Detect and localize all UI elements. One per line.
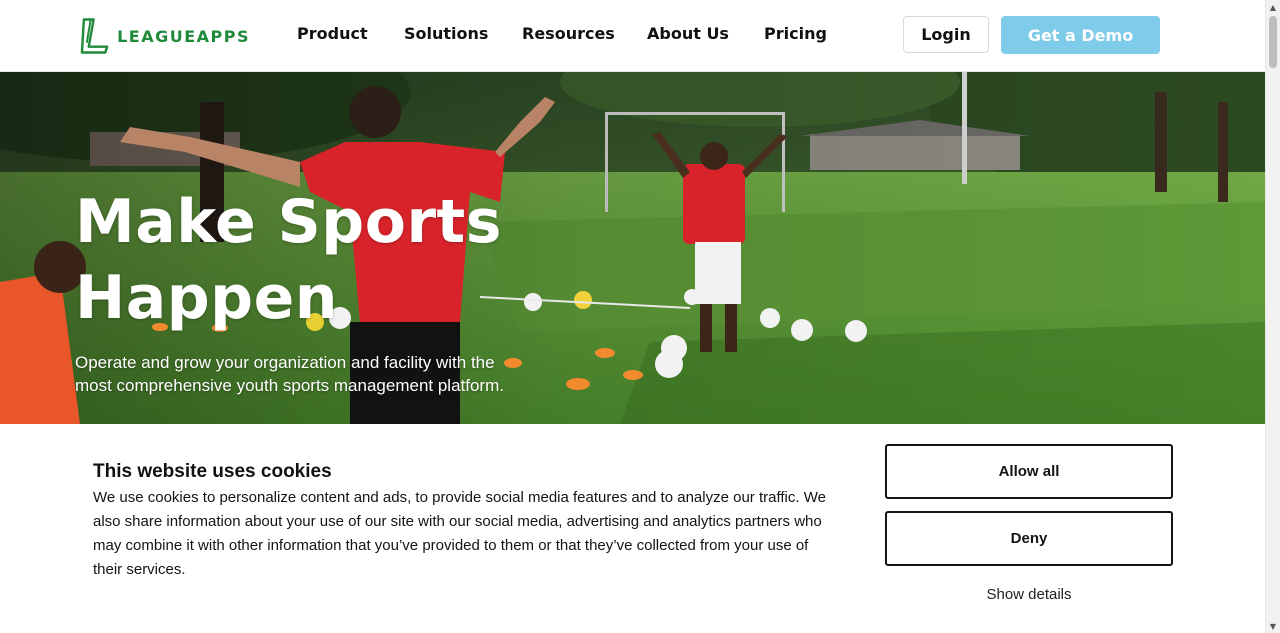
nav-pricing[interactable]: Pricing [764, 24, 827, 43]
hero-section: Make Sports Happen Operate and grow your… [0, 72, 1265, 424]
hero-title-line-1: Make Sports [75, 187, 502, 257]
scrollbar-thumb[interactable] [1269, 16, 1277, 68]
login-button[interactable]: Login [903, 16, 989, 53]
deny-button[interactable]: Deny [885, 511, 1173, 566]
hero-subtitle: Operate and grow your organization and f… [75, 353, 504, 395]
logo-text: LEAGUEAPPS [117, 26, 250, 46]
cookie-consent-banner: This website uses cookies We use cookies… [0, 424, 1265, 633]
hero-title-line-2: Happen [75, 263, 339, 333]
nav-about-us[interactable]: About Us [647, 24, 729, 43]
hero-title: Make Sports Happen [75, 184, 675, 336]
logo-link[interactable]: LEAGUEAPPS [80, 16, 250, 56]
cookie-description: We use cookies to personalize content an… [93, 489, 826, 578]
show-details-link[interactable]: Show details [885, 586, 1173, 603]
nav-resources[interactable]: Resources [522, 24, 615, 43]
nav-product[interactable]: Product [297, 24, 368, 43]
nav-solutions[interactable]: Solutions [404, 24, 488, 43]
triangle-down-icon[interactable]: ▼ [1266, 619, 1280, 633]
leagueapps-logo-icon [80, 18, 109, 54]
cookie-title: This website uses cookies [93, 461, 332, 482]
page-scrollbar[interactable]: ▲ ▼ [1265, 0, 1280, 633]
site-header: LEAGUEAPPS Product Solutions Resources A… [0, 0, 1265, 72]
get-a-demo-button[interactable]: Get a Demo [1001, 16, 1160, 54]
allow-all-button[interactable]: Allow all [885, 444, 1173, 499]
triangle-up-icon[interactable]: ▲ [1266, 0, 1280, 14]
